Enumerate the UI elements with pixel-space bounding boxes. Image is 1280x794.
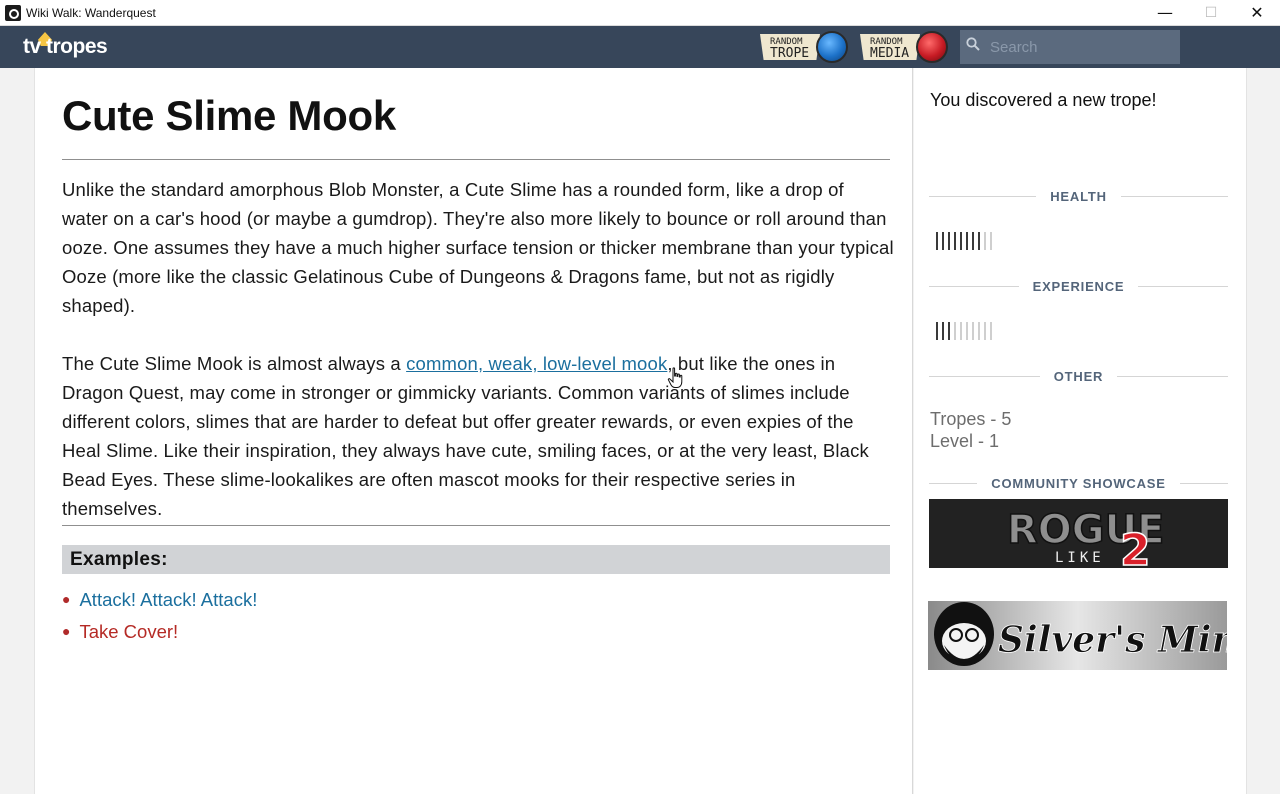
minimize-button[interactable]: — xyxy=(1142,0,1188,26)
example-link-attack[interactable]: Attack! Attack! Attack! xyxy=(79,589,257,610)
rogue-like-2-logo: ROGUE LIKE 2 xyxy=(1006,506,1165,568)
number-two: 2 xyxy=(1120,525,1151,568)
meter-tick xyxy=(942,232,944,250)
meter-tick xyxy=(978,232,980,250)
health-heading-label: HEALTH xyxy=(1036,189,1121,204)
article-paragraph-1: Unlike the standard amorphous Blob Monst… xyxy=(62,179,894,316)
health-heading: HEALTH xyxy=(929,188,1228,204)
other-heading-label: OTHER xyxy=(1039,369,1118,384)
app-icon xyxy=(5,5,21,21)
paragraph-2-lead: The Cute Slime Mook is almost always a xyxy=(62,353,407,374)
search-input[interactable] xyxy=(960,30,1180,64)
site-logo[interactable]: tv tropes xyxy=(23,35,108,59)
example-link-take-cover[interactable]: Take Cover! xyxy=(79,621,178,642)
discovery-message: You discovered a new trope! xyxy=(930,90,1157,110)
example-item: ● Take Cover! xyxy=(62,621,178,643)
examples-header[interactable]: Examples: xyxy=(62,545,890,574)
paragraph-2-rest: , but like the ones in Dragon Quest, may… xyxy=(62,353,869,519)
meter-tick xyxy=(978,322,980,340)
rogue-like-2-banner[interactable]: ROGUE LIKE 2 xyxy=(929,499,1228,568)
like-word: LIKE xyxy=(1055,550,1105,566)
window-title: Wiki Walk: Wanderquest xyxy=(26,6,156,20)
other-heading: OTHER xyxy=(929,368,1228,384)
meter-tick xyxy=(936,322,938,340)
silvers-mind-title: Silver's Mind xyxy=(998,619,1227,661)
examples-heading: Examples: xyxy=(70,549,168,570)
meter-tick xyxy=(960,322,962,340)
article-column: Cute Slime Mook Unlike the standard amor… xyxy=(34,68,913,794)
health-meter xyxy=(936,232,992,250)
meter-tick xyxy=(936,232,938,250)
window-titlebar: Wiki Walk: Wanderquest — ☐ ✕ xyxy=(0,0,1280,26)
meter-tick xyxy=(984,322,986,340)
meter-tick xyxy=(972,232,974,250)
meter-tick xyxy=(972,322,974,340)
close-button[interactable]: ✕ xyxy=(1234,0,1280,26)
common-weak-mook-link[interactable]: common, weak, low-level mook xyxy=(406,353,667,374)
example-item: ● Attack! Attack! Attack! xyxy=(62,589,257,611)
community-showcase-label: COMMUNITY SHOWCASE xyxy=(977,476,1180,491)
random-media-label: RANDOM MEDIA xyxy=(860,34,920,60)
random-trope-label: RANDOM TROPE xyxy=(760,34,820,60)
experience-meter xyxy=(936,322,992,340)
silvers-mind-banner[interactable]: Silver's Mind xyxy=(928,601,1227,670)
meter-tick xyxy=(954,232,956,250)
examples-divider xyxy=(62,525,890,526)
meter-tick xyxy=(966,232,968,250)
bullet-icon: ● xyxy=(62,623,71,639)
meter-tick xyxy=(984,232,986,250)
meter-tick xyxy=(942,322,944,340)
title-divider xyxy=(62,159,890,160)
meter-tick xyxy=(954,322,956,340)
blue-orb-icon xyxy=(816,31,848,63)
meter-tick xyxy=(990,322,992,340)
meter-tick xyxy=(948,232,950,250)
community-showcase-heading: COMMUNITY SHOWCASE xyxy=(929,475,1228,491)
hand-cursor-icon xyxy=(667,367,683,388)
tropes-count: Tropes - 5 xyxy=(930,409,1012,429)
level-count: Level - 1 xyxy=(930,431,1000,451)
search-icon xyxy=(966,37,980,51)
random-media-big: MEDIA xyxy=(870,46,910,61)
meter-tick xyxy=(966,322,968,340)
experience-heading: EXPERIENCE xyxy=(929,278,1228,294)
bullet-icon: ● xyxy=(62,591,71,607)
bearded-face-icon xyxy=(934,602,994,666)
sidebar: You discovered a new trope! HEALTH EXPER… xyxy=(914,68,1247,794)
meter-tick xyxy=(960,232,962,250)
page-title: Cute Slime Mook xyxy=(62,92,396,139)
site-navbar: tv tropes RANDOM TROPE RANDOM MEDIA xyxy=(0,26,1280,68)
random-trope-big: TROPE xyxy=(770,46,810,61)
meter-tick xyxy=(948,322,950,340)
article-paragraph-2: The Cute Slime Mook is almost always a c… xyxy=(62,349,894,523)
meter-tick xyxy=(990,232,992,250)
silvers-mind-logo: Silver's Mind xyxy=(934,602,1227,666)
red-orb-icon xyxy=(916,31,948,63)
maximize-button[interactable]: ☐ xyxy=(1188,0,1234,26)
experience-heading-label: EXPERIENCE xyxy=(1018,279,1139,294)
